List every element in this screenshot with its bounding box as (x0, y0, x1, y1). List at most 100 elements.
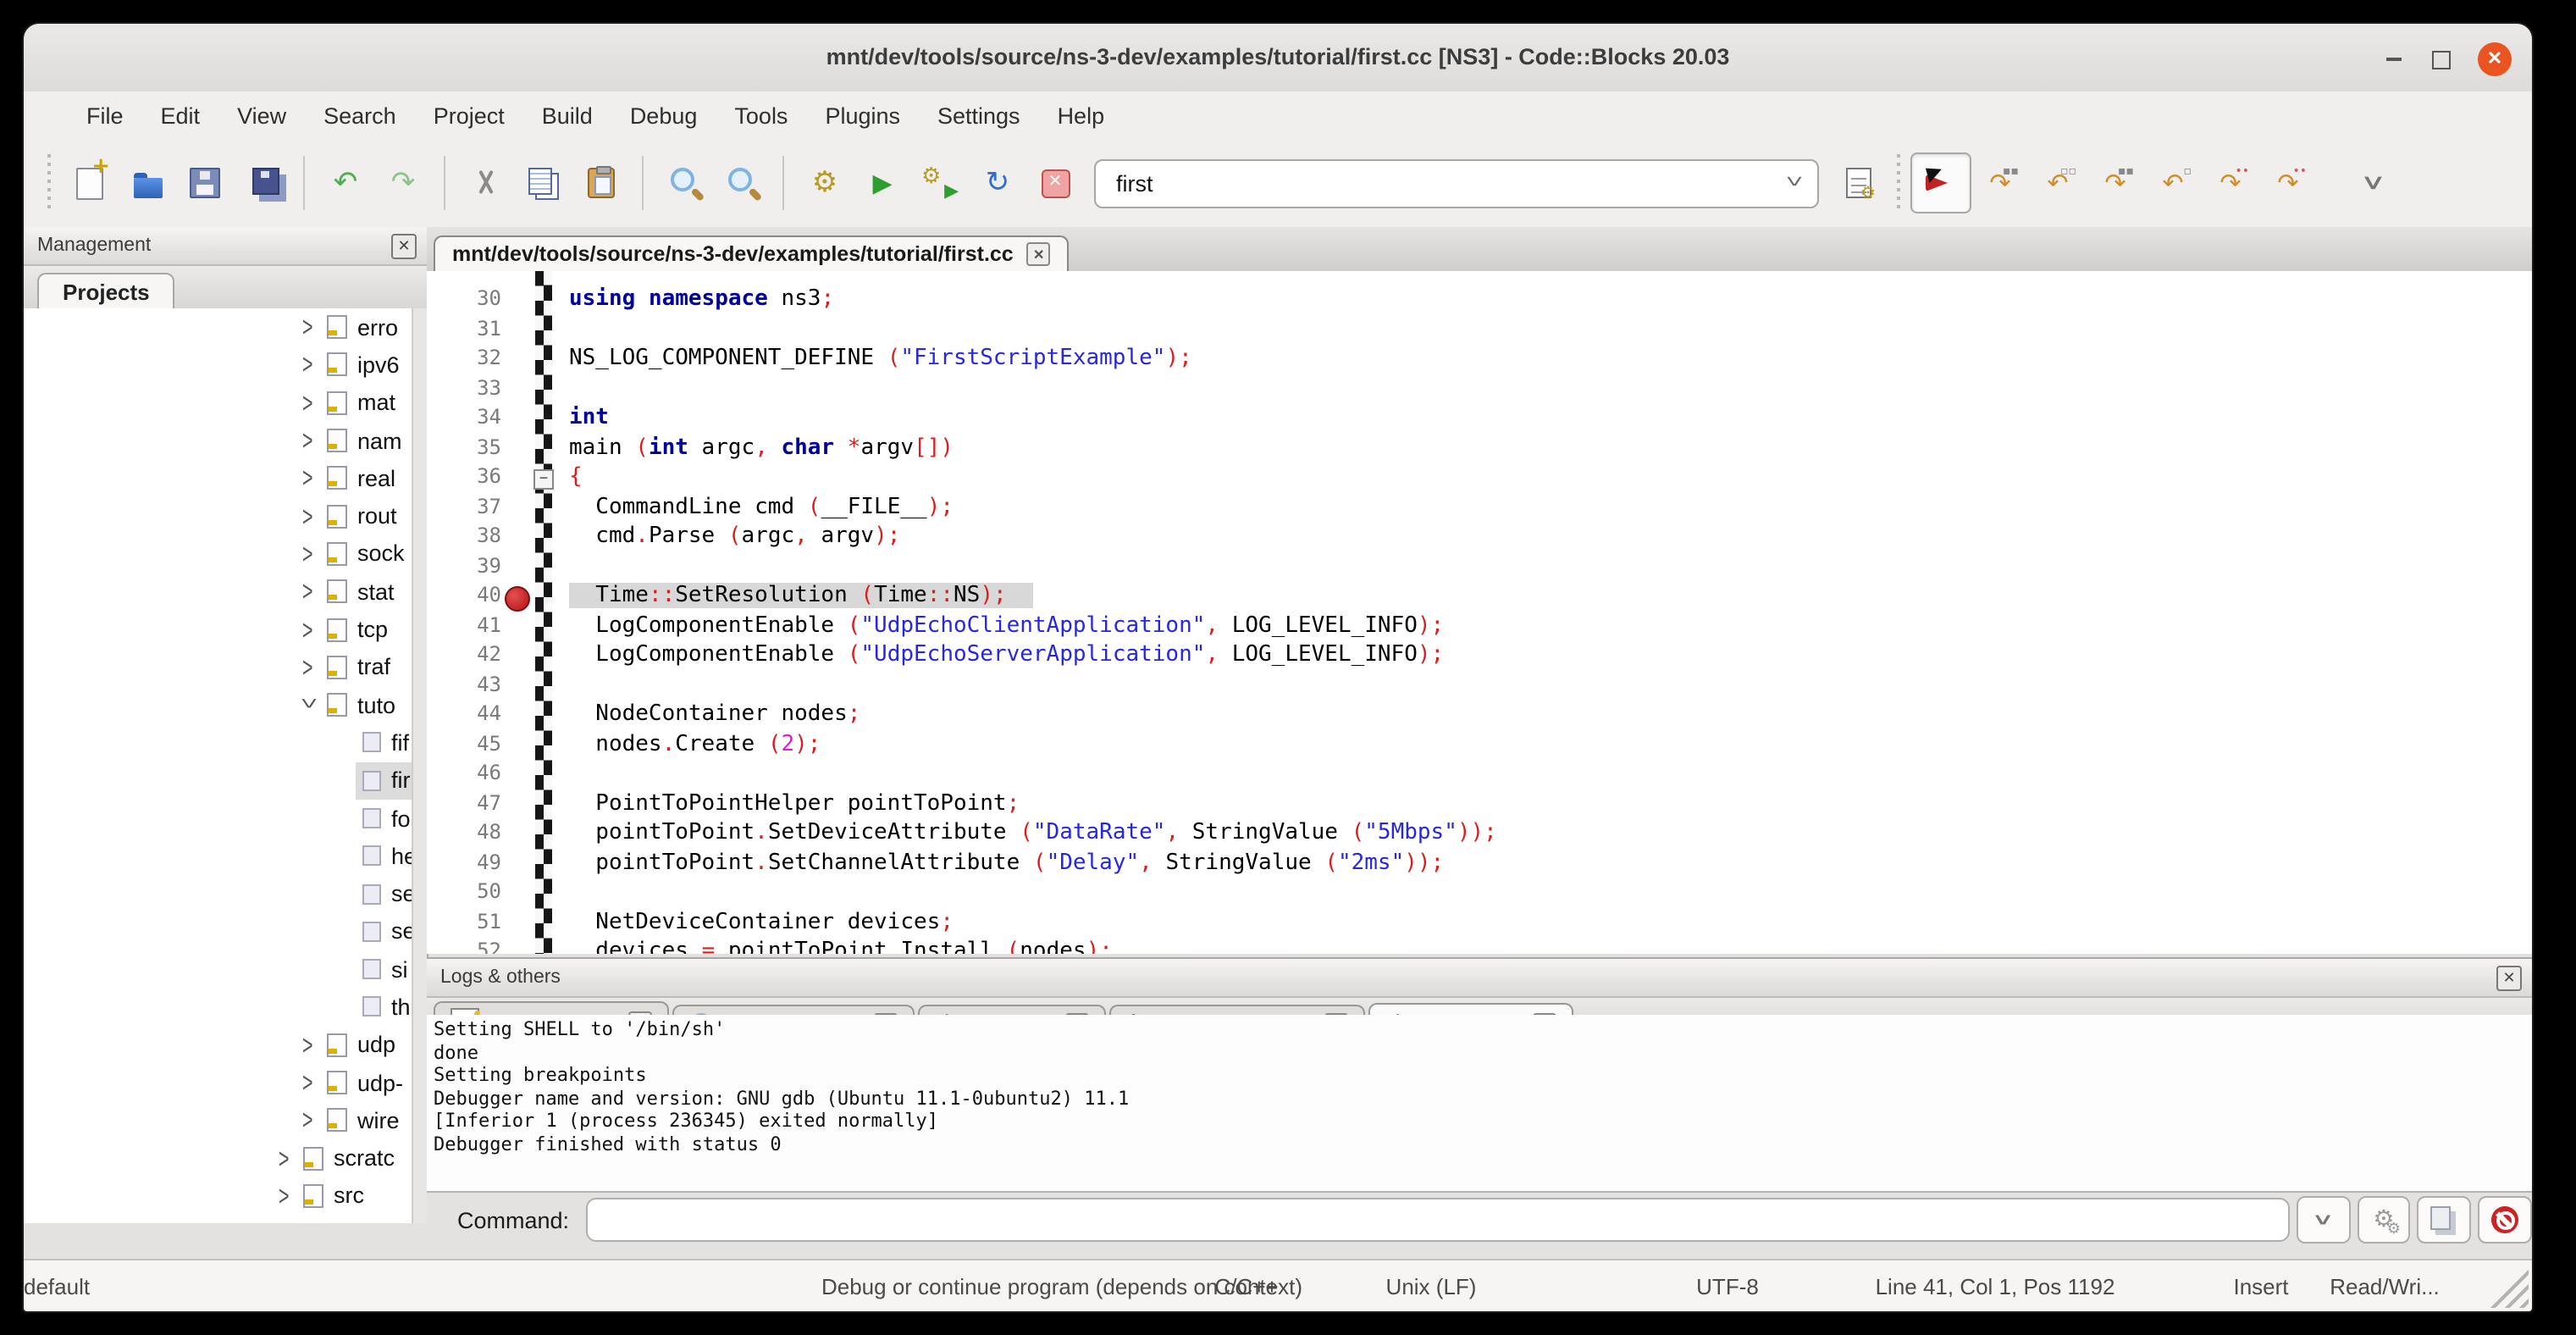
resize-grip[interactable] (2488, 1267, 2529, 1308)
tree-row-nam[interactable]: >nam (24, 422, 412, 460)
menu-file[interactable]: File (68, 96, 142, 135)
build-and-run-button[interactable] (911, 154, 969, 212)
next-instruction-button[interactable]: ↷•• (2202, 154, 2259, 212)
chevron-right-icon[interactable]: > (302, 1066, 316, 1100)
tree-row-fo[interactable]: fo (24, 800, 412, 838)
replace-button[interactable]: R (713, 154, 771, 212)
tree-row-fir[interactable]: fir (24, 762, 412, 800)
next-line-button[interactable]: ↶▫▫ (2029, 154, 2087, 212)
undo-button[interactable]: ↶ (317, 154, 374, 212)
chevron-right-icon[interactable]: > (302, 1028, 316, 1061)
tree-row-th[interactable]: th (24, 989, 412, 1027)
command-history-button[interactable]: > (2297, 1196, 2351, 1244)
tree-row-ipv6[interactable]: >ipv6 (24, 346, 412, 385)
tree-row-traf[interactable]: >traf (24, 648, 412, 686)
tree-row-stat[interactable]: >stat (24, 573, 412, 611)
tree-row-real[interactable]: >real (24, 459, 412, 497)
tree-row-udp[interactable]: >udp (24, 1026, 412, 1064)
close-button[interactable]: ✕ (2478, 42, 2512, 76)
tree-scrollbar[interactable] (413, 308, 427, 1223)
command-input[interactable] (586, 1198, 2289, 1242)
tree-row-wire[interactable]: >wire (24, 1101, 412, 1139)
save-button[interactable] (176, 154, 234, 212)
tree-row-mat[interactable]: >mat (24, 384, 412, 422)
chevron-down-icon[interactable]: > (1777, 175, 1810, 186)
build-target-button[interactable] (1829, 154, 1887, 212)
menu-project[interactable]: Project (415, 96, 523, 135)
maximize-button[interactable] (2424, 42, 2457, 76)
tree-row-udp-[interactable]: >udp- (24, 1064, 412, 1102)
cut-button[interactable] (457, 154, 515, 212)
rebuild-button[interactable]: ↻ (969, 154, 1026, 212)
clear-log-button[interactable] (2478, 1196, 2532, 1244)
menu-debug[interactable]: Debug (611, 96, 716, 135)
step-out-button[interactable]: ↶▫ (2144, 154, 2202, 212)
debugger-settings-button[interactable]: ⚙ (2357, 1196, 2411, 1244)
chevron-right-icon[interactable]: > (302, 462, 316, 495)
fold-marker-icon[interactable]: − (533, 469, 554, 490)
new-file-button[interactable] (61, 154, 119, 212)
run-to-cursor-button[interactable]: ↷▪▪ (1971, 154, 2029, 212)
chevron-down-icon[interactable]: > (292, 698, 325, 712)
tab-projects[interactable]: Projects (37, 273, 175, 310)
chevron-right-icon[interactable]: > (279, 1142, 292, 1175)
editor-tab-first-cc[interactable]: mnt/dev/tools/source/ns-3-dev/examples/t… (434, 235, 1070, 271)
search-combo[interactable]: first > (1094, 158, 1819, 208)
tree-row-se[interactable]: se (24, 875, 412, 913)
tree-row-si[interactable]: si (24, 950, 412, 989)
tree-row-scratc[interactable]: >scratc (24, 1139, 412, 1177)
menu-tools[interactable]: Tools (716, 96, 806, 135)
menu-plugins[interactable]: Plugins (806, 96, 919, 135)
tree-row-erro[interactable]: >erro (24, 308, 412, 346)
code-editor[interactable]: 30using namespace ns3;3132NS_LOG_COMPONE… (427, 271, 2532, 954)
title-bar[interactable]: mnt/dev/tools/source/ns-3-dev/examples/t… (24, 24, 2532, 93)
chevron-right-icon[interactable]: > (302, 612, 316, 645)
chevron-right-icon[interactable]: > (302, 386, 316, 419)
menu-settings[interactable]: Settings (919, 96, 1039, 135)
chevron-right-icon[interactable]: > (302, 500, 316, 533)
tree-row-src[interactable]: >src (24, 1177, 412, 1216)
chevron-right-icon[interactable]: > (302, 1104, 316, 1137)
menu-build[interactable]: Build (523, 96, 611, 135)
copy-log-button[interactable] (2418, 1196, 2472, 1244)
projects-tree[interactable]: >erro>ipv6>mat>nam>real>rout>sock>stat>t… (24, 308, 413, 1223)
run-button[interactable]: ▶ (854, 154, 911, 212)
chevron-right-icon[interactable]: > (302, 575, 316, 608)
debug-continue-button[interactable] (1910, 152, 1971, 213)
chevron-right-icon[interactable]: > (302, 311, 316, 344)
menu-search[interactable]: Search (305, 96, 415, 135)
tree-row-tuto[interactable]: >tuto (24, 686, 412, 724)
debugger-output[interactable]: Setting SHELL to '/bin/sh'doneSetting br… (427, 1015, 2532, 1193)
save-all-button[interactable] (234, 154, 291, 212)
management-close-button[interactable]: ✕ (391, 234, 417, 259)
redo-button[interactable]: ↷ (374, 154, 432, 212)
menu-edit[interactable]: Edit (142, 96, 219, 135)
paste-button[interactable] (572, 154, 630, 212)
tree-row-fif[interactable]: fif (24, 724, 412, 762)
tree-row-rout[interactable]: >rout (24, 497, 412, 535)
chevron-right-icon[interactable]: > (279, 1179, 292, 1212)
tree-row-he[interactable]: he (24, 837, 412, 875)
minimize-button[interactable] (2376, 42, 2410, 76)
find-button[interactable] (655, 154, 713, 212)
tree-row-sock[interactable]: >sock (24, 535, 412, 573)
step-into-button[interactable]: ↷▪▪ (2087, 154, 2144, 212)
toolbar-overflow-button[interactable]: > (2344, 154, 2402, 212)
breakpoint-icon[interactable] (505, 585, 530, 611)
tree-row-se[interactable]: se (24, 913, 412, 951)
chevron-right-icon[interactable]: > (302, 348, 316, 381)
tab-close-icon[interactable]: ✕ (1027, 242, 1051, 266)
step-into-instruction-button[interactable]: ↷•• (2259, 154, 2317, 212)
logs-close-button[interactable]: ✕ (2496, 966, 2522, 991)
build-button[interactable]: ⚙ (796, 154, 854, 212)
chevron-right-icon[interactable]: > (302, 424, 316, 457)
abort-button[interactable]: ✕ (1026, 154, 1084, 212)
chevron-right-icon[interactable]: > (302, 651, 316, 684)
toolbar-grip[interactable] (44, 154, 54, 212)
tree-row-tcp[interactable]: >tcp (24, 611, 412, 649)
copy-button[interactable] (515, 154, 572, 212)
menu-help[interactable]: Help (1039, 96, 1124, 135)
menu-view[interactable]: View (218, 96, 305, 135)
open-button[interactable] (119, 154, 176, 212)
chevron-right-icon[interactable]: > (302, 537, 316, 570)
